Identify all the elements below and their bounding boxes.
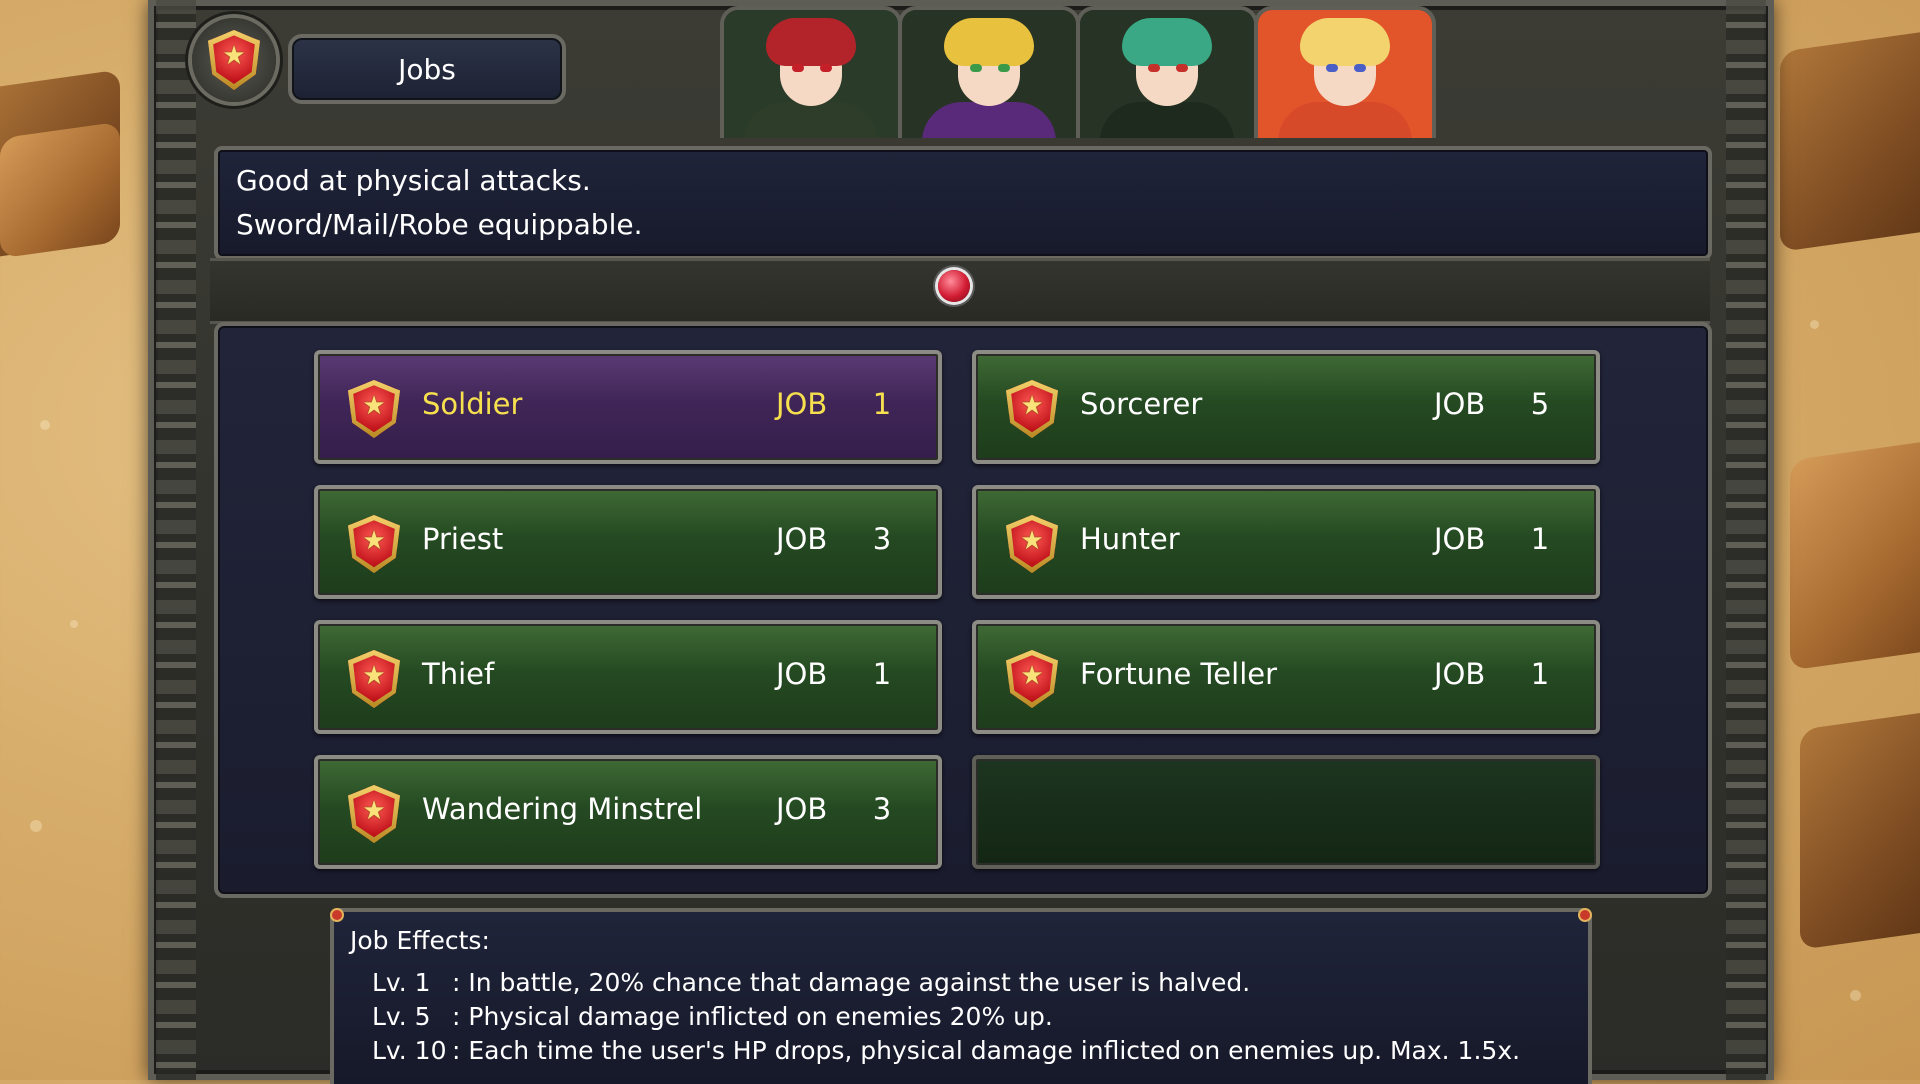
job-description-panel: Good at physical attacks. Sword/Mail/Rob… <box>214 146 1712 260</box>
shield-star-icon <box>348 515 400 573</box>
job-level-value: 1 <box>872 657 892 691</box>
job-slot-fortune-teller[interactable]: Fortune Teller JOB 1 <box>972 620 1600 734</box>
job-name: Soldier <box>422 387 523 421</box>
job-level-label: JOB <box>776 657 828 691</box>
job-effects-heading: Job Effects: <box>350 926 490 955</box>
job-level-label: JOB <box>776 792 828 826</box>
job-level-value: 1 <box>872 387 892 421</box>
job-level-label: JOB <box>1434 522 1486 556</box>
shield-star-icon <box>1006 650 1058 708</box>
frame-ornament-right <box>1726 0 1766 1080</box>
party-member-4[interactable] <box>1254 6 1436 138</box>
shield-star-icon <box>1006 515 1058 573</box>
party-member-2[interactable] <box>898 6 1080 138</box>
job-level-value: 3 <box>872 522 892 556</box>
title-emblem <box>192 18 276 102</box>
party-member-1[interactable] <box>720 6 902 138</box>
rock-right-bottom <box>1800 710 1920 950</box>
party-member-3[interactable] <box>1076 6 1258 138</box>
shield-star-icon <box>348 380 400 438</box>
effect-level: Lv. 1 <box>372 968 431 997</box>
job-level-label: JOB <box>1434 387 1486 421</box>
effect-row: Lv. 10: Each time the user's HP drops, p… <box>372 1036 1520 1065</box>
job-slot-hunter[interactable]: Hunter JOB 1 <box>972 485 1600 599</box>
shield-star-icon <box>348 785 400 843</box>
job-slot-soldier[interactable]: Soldier JOB 1 <box>314 350 942 464</box>
rock-right-mid <box>1790 439 1920 671</box>
window-title: Jobs <box>288 34 566 104</box>
job-name: Thief <box>422 657 495 691</box>
shield-star-icon <box>1006 380 1058 438</box>
job-name: Sorcerer <box>1080 387 1203 421</box>
job-name: Hunter <box>1080 522 1180 556</box>
job-slot-wandering-minstrel[interactable]: Wandering Minstrel JOB 3 <box>314 755 942 869</box>
description-line-1: Good at physical attacks. <box>236 164 591 197</box>
job-level-label: JOB <box>776 387 828 421</box>
effect-level: Lv. 10 <box>372 1036 447 1065</box>
shield-star-icon <box>348 650 400 708</box>
description-line-2: Sword/Mail/Robe equippable. <box>236 208 643 241</box>
job-level-value: 5 <box>1530 387 1550 421</box>
job-name: Fortune Teller <box>1080 657 1278 691</box>
job-effects-panel: Job Effects: Lv. 1 : In battle, 20% chanc… <box>330 908 1592 1084</box>
job-level-value: 1 <box>1530 522 1550 556</box>
job-level-label: JOB <box>1434 657 1486 691</box>
window-title-text: Jobs <box>398 52 456 86</box>
job-slot-priest[interactable]: Priest JOB 3 <box>314 485 942 599</box>
job-name: Wandering Minstrel <box>422 792 703 826</box>
job-level-value: 1 <box>1530 657 1550 691</box>
effect-text: : Each time the user's HP drops, physica… <box>452 1036 1521 1065</box>
rock-left-mid <box>0 121 120 259</box>
effect-row: Lv. 5 : Physical damage inflicted on enem… <box>372 1002 1053 1031</box>
job-slot-sorcerer[interactable]: Sorcerer JOB 5 <box>972 350 1600 464</box>
job-level-label: JOB <box>776 522 828 556</box>
corner-gem <box>1580 910 1590 920</box>
corner-gem <box>332 910 342 920</box>
job-slot-empty <box>972 755 1600 869</box>
effect-text: : Physical damage inflicted on enemies 2… <box>452 1002 1053 1031</box>
job-list-panel: Soldier JOB 1 Sorcerer JOB 5 Priest JOB … <box>214 322 1712 898</box>
job-name: Priest <box>422 522 504 556</box>
rock-right-top <box>1780 28 1920 252</box>
effect-level: Lv. 5 <box>372 1002 431 1031</box>
job-slot-thief[interactable]: Thief JOB 1 <box>314 620 942 734</box>
effect-text: : In battle, 20% chance that damage agai… <box>452 968 1251 997</box>
job-level-value: 3 <box>872 792 892 826</box>
effect-row: Lv. 1 : In battle, 20% chance that damage… <box>372 968 1250 997</box>
frame-ornament-left <box>156 0 196 1080</box>
page-indicator-gem[interactable] <box>938 270 970 302</box>
shield-star-icon <box>208 30 260 90</box>
